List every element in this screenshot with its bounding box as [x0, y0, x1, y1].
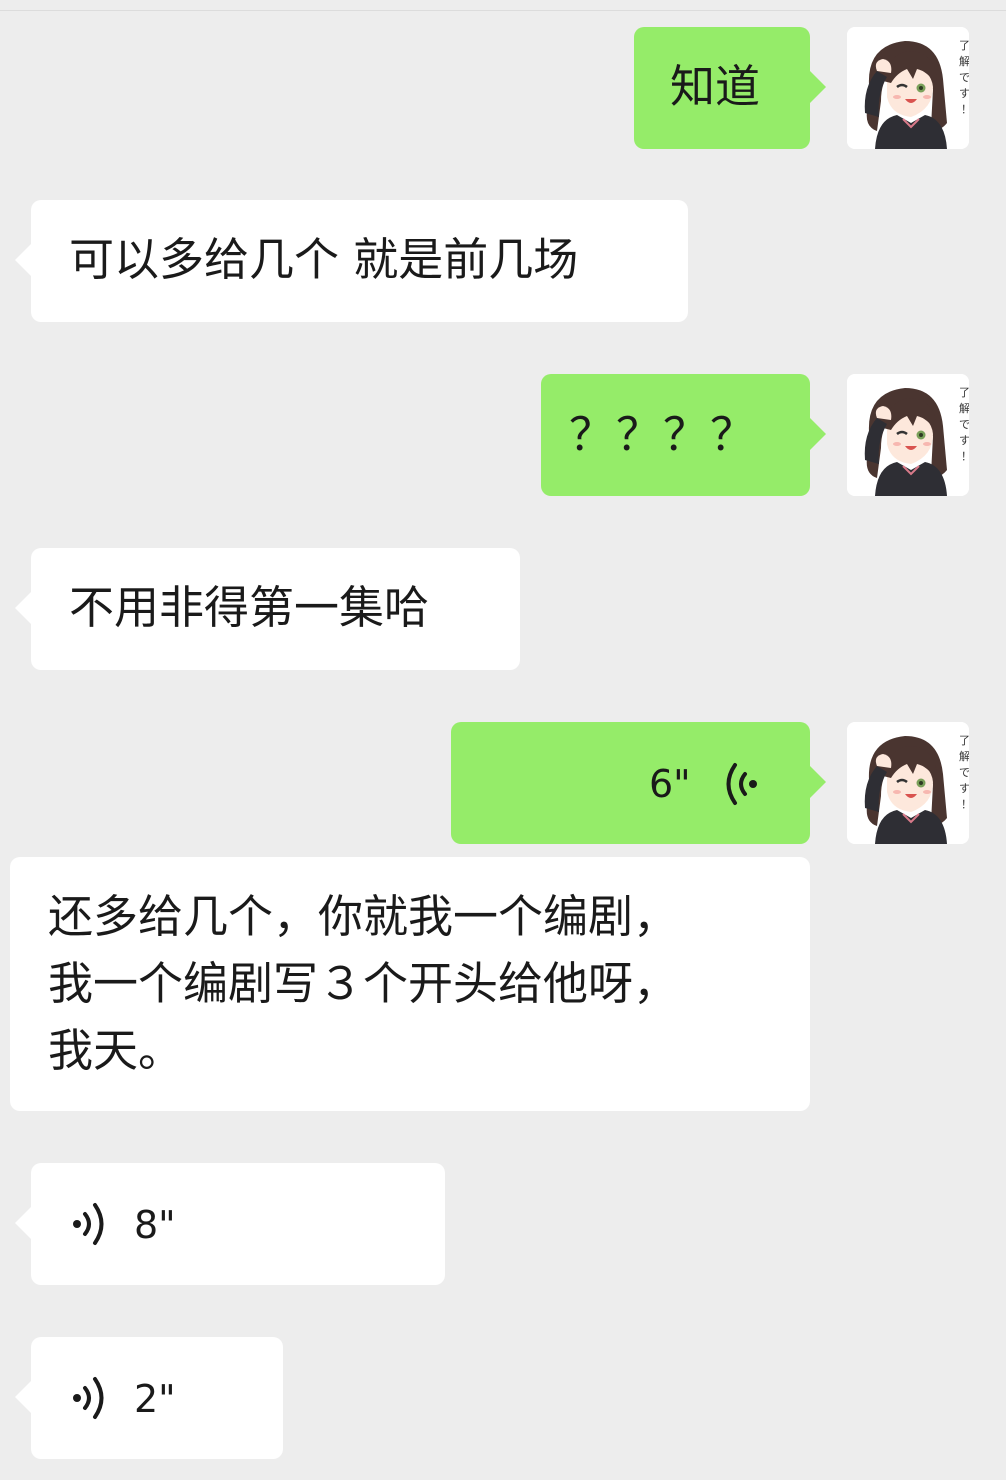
message-bubble-received[interactable]: 不用非得第一集哈 [15, 548, 520, 670]
voice-message-received[interactable]: 2" [15, 1337, 283, 1459]
user-avatar[interactable] [847, 374, 969, 496]
anime-girl-avatar-icon [847, 374, 969, 496]
voice-duration: 2" [134, 1377, 176, 1421]
voice-message-sent[interactable]: 6" [451, 722, 826, 844]
user-avatar[interactable] [847, 27, 969, 149]
message-text-line: 我一个编剧写３个开头给他呀， [48, 957, 679, 1010]
voice-duration: 6" [649, 762, 691, 806]
user-avatar[interactable] [847, 722, 969, 844]
voice-wave-icon [719, 760, 759, 808]
voice-message-received[interactable]: 8" [15, 1163, 445, 1285]
message-bubble-sent[interactable]: ？？？？ [541, 374, 826, 496]
message-text: ？？？？ [569, 408, 758, 461]
voice-wave-icon [71, 1200, 111, 1248]
message-bubble-received[interactable]: 还多给几个，你就我一个编剧， 我一个编剧写３个开头给他呀， 我天。 [10, 857, 810, 1111]
voice-duration: 8" [134, 1203, 176, 1247]
message-text: 不用非得第一集哈 [69, 581, 430, 634]
message-bubble-received[interactable]: 可以多给几个 就是前几场 [15, 200, 688, 322]
message-text: 知道 [670, 60, 761, 113]
top-divider [0, 10, 1006, 11]
anime-girl-avatar-icon [847, 27, 969, 149]
message-text: 可以多给几个 就是前几场 [69, 233, 579, 286]
anime-girl-avatar-icon [847, 722, 969, 844]
message-text-line: 还多给几个，你就我一个编剧， [48, 890, 679, 943]
voice-wave-icon [71, 1374, 111, 1422]
message-text-line: 我天。 [48, 1024, 184, 1077]
message-bubble-sent[interactable]: 知道 [634, 27, 826, 149]
